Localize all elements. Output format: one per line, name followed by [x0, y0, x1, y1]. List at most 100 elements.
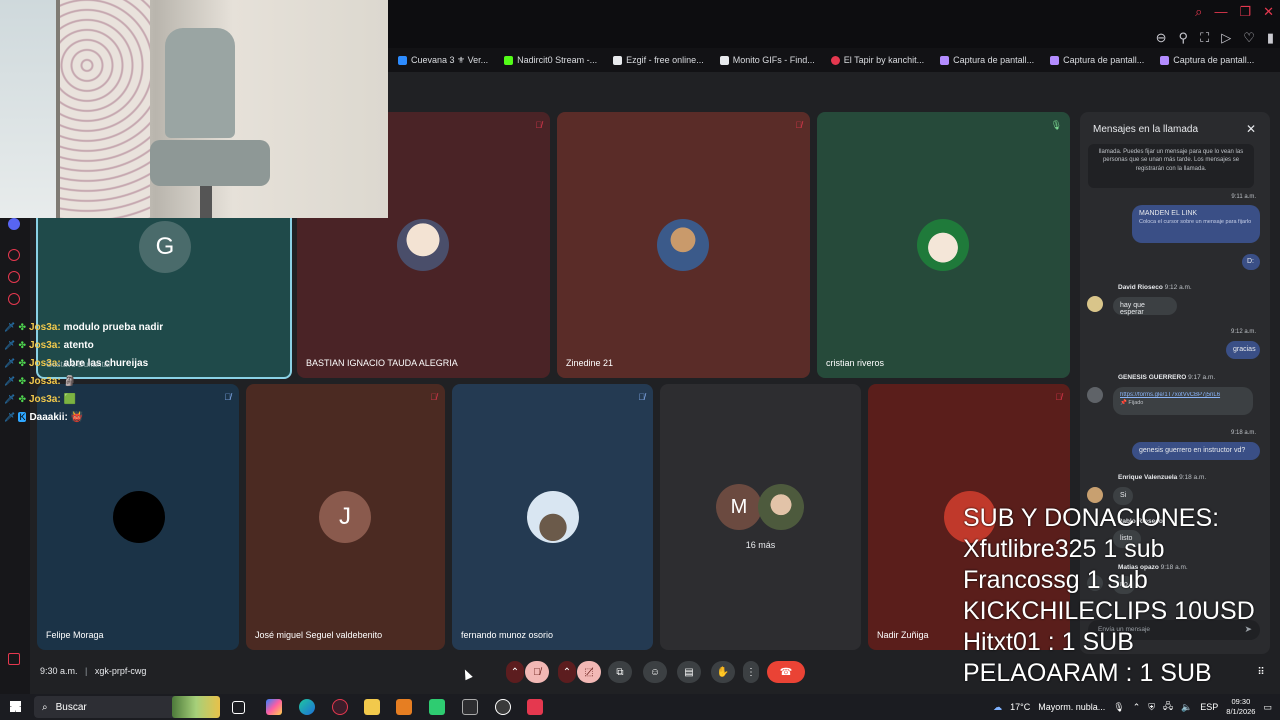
- message-bubble[interactable]: MANDEN EL LINK Coloca el cursor sobre un…: [1132, 205, 1260, 243]
- shield-icon[interactable]: ⛨: [1148, 702, 1155, 713]
- message-bubble[interactable]: gracias: [1226, 341, 1260, 359]
- taskbar-search[interactable]: ⌕ Buscar: [34, 696, 220, 718]
- present-button[interactable]: ⧉: [608, 661, 632, 683]
- app-icon[interactable]: [396, 699, 412, 715]
- bookmark-item[interactable]: Captura de pantall...: [940, 55, 1034, 65]
- mic-options-button[interactable]: ⌃: [506, 661, 524, 683]
- camera-options-button[interactable]: ⌃: [558, 661, 576, 683]
- bookmark-icon: [830, 55, 840, 65]
- participant-tile[interactable]: 🎙̸ Zinedine 21: [557, 112, 810, 378]
- bookmark-icon: [940, 55, 950, 65]
- message-sender: Enrique Valenzuela 9:18 a.m.: [1118, 474, 1207, 481]
- copilot-icon[interactable]: [266, 699, 282, 715]
- search-icon[interactable]: ⌕: [1195, 4, 1202, 20]
- browser-titlebar: ⌕ — ❐ ✕ ⊖ ⚲ ⛶ ▷ ♡ ▮: [388, 0, 1280, 48]
- history-icon[interactable]: [8, 271, 20, 283]
- calendar-app-icon[interactable]: [527, 699, 543, 715]
- curtain: [60, 0, 150, 218]
- mic-off-icon: 🎙̸: [535, 120, 542, 130]
- avatar: M: [716, 484, 762, 530]
- epic-games-icon[interactable]: [462, 699, 478, 715]
- meeting-code: xgk-prpf-cwg: [94, 666, 147, 676]
- message-bubble[interactable]: genesis guerrero en instructor vd?: [1132, 442, 1260, 460]
- clover-badge-icon: ✤: [18, 321, 26, 332]
- network-icon[interactable]: 🖧: [1163, 699, 1173, 715]
- chat-line: 🗡 ✤ Jos3a: 🗿: [4, 375, 77, 387]
- mic-off-icon: 🎙̸: [1055, 392, 1062, 402]
- system-tray: ☁ 17°C Mayorm. nubla... 🎙 ⌃ ⛨ 🖧 🔈 ESP 09…: [993, 697, 1272, 717]
- discord-icon[interactable]: [8, 218, 20, 230]
- participant-tile[interactable]: 🎙 cristian riveros: [817, 112, 1070, 378]
- sword-badge-icon: 🗡: [4, 339, 16, 350]
- file-explorer-icon[interactable]: [364, 699, 380, 715]
- camera-toggle-button[interactable]: ⬚̸: [577, 661, 601, 683]
- pin-icon[interactable]: ⚲: [1179, 30, 1189, 46]
- participant-tile[interactable]: 🎙̸ fernando munoz osorio: [452, 384, 653, 650]
- avatar: G: [139, 221, 191, 273]
- bookmark-icon: [613, 55, 623, 65]
- avatar: [917, 219, 969, 271]
- participant-name: BASTIAN IGNACIO TAUDA ALEGRIA: [306, 358, 458, 368]
- app-icon[interactable]: [429, 699, 445, 715]
- bookmark-item[interactable]: El Tapir by kanchit...: [830, 55, 924, 65]
- more-participants-tile[interactable]: M 16 más: [660, 384, 861, 650]
- maximize-icon[interactable]: ❐: [1239, 4, 1251, 20]
- play-icon[interactable]: ▷: [1221, 30, 1231, 46]
- message-bubble[interactable]: https://forms.gle/1T7xotVvCBP7j5nL6 📌 Fi…: [1113, 387, 1253, 415]
- raise-hand-button[interactable]: ✋: [711, 661, 735, 683]
- bookmark-item[interactable]: Cuevana 3 ⚜ Ver...: [398, 55, 488, 66]
- edge-icon[interactable]: [299, 699, 315, 715]
- mic-toggle-button[interactable]: 🎙̸: [525, 661, 549, 683]
- zoom-icon[interactable]: ⊖: [1156, 30, 1167, 46]
- office-chair-seat: [150, 140, 270, 186]
- message-sender: David Rioseco 9:12 a.m.: [1118, 284, 1192, 291]
- message-bubble[interactable]: hay que esperar: [1113, 297, 1177, 316]
- bookmark-item[interactable]: Ezgif - free online...: [613, 55, 704, 65]
- bookmark-item[interactable]: Captura de pantall...: [1050, 55, 1144, 65]
- chat-line: 🗡 K Daaakii: 👹: [4, 411, 84, 423]
- more-options-button[interactable]: ⋮: [743, 661, 759, 683]
- gx-icon[interactable]: [8, 653, 20, 665]
- sword-badge-icon: 🗡: [4, 375, 16, 386]
- sword-badge-icon: 🗡: [4, 357, 16, 368]
- clock[interactable]: 09:30 8/1/2026: [1226, 697, 1255, 717]
- sidebar-icon[interactable]: ▮: [1267, 30, 1274, 46]
- bookmark-item[interactable]: Nadircit0 Stream -...: [504, 55, 597, 65]
- avatar: [657, 219, 709, 271]
- clover-badge-icon: ✤: [18, 339, 26, 350]
- clover-badge-icon: ✤: [18, 393, 26, 404]
- streamer-webcam: [0, 0, 388, 218]
- close-icon[interactable]: ✕: [1246, 122, 1256, 136]
- office-chair: [165, 28, 235, 138]
- minimize-icon[interactable]: —: [1214, 4, 1227, 20]
- emoji-button[interactable]: ☺: [643, 661, 667, 683]
- screenshot-icon[interactable]: ⛶: [1200, 30, 1209, 46]
- leave-call-button[interactable]: ☎: [767, 661, 805, 683]
- bookmark-item[interactable]: Captura de pantall...: [1160, 55, 1254, 65]
- notifications-icon[interactable]: ▭: [1263, 702, 1272, 713]
- task-view-icon[interactable]: [232, 701, 245, 714]
- avatar: J: [319, 491, 371, 543]
- message-link[interactable]: https://forms.gle/1T7xotVvCBP7j5nL6: [1120, 392, 1246, 398]
- windows-start-icon[interactable]: [10, 701, 21, 712]
- captions-button[interactable]: ▤: [677, 661, 701, 683]
- obs-icon[interactable]: [495, 699, 511, 715]
- participant-tile[interactable]: J 🎙̸ José miguel Seguel valdebenito: [246, 384, 445, 650]
- bookmark-icon: [719, 55, 729, 65]
- mic-on-icon: 🎙: [1050, 120, 1062, 130]
- apps-grid-button[interactable]: ⠿: [1252, 661, 1270, 683]
- kick-badge-icon: K: [18, 412, 27, 422]
- volume-icon[interactable]: 🔈: [1181, 702, 1192, 713]
- mic-off-icon: 🎙̸: [638, 392, 645, 402]
- record-icon[interactable]: [8, 249, 20, 261]
- message-bubble[interactable]: D:: [1242, 254, 1260, 270]
- avatar: [1087, 296, 1103, 312]
- heart-icon[interactable]: ♡: [1243, 30, 1255, 46]
- close-icon[interactable]: ✕: [1263, 4, 1274, 20]
- opera-gx-icon[interactable]: [332, 699, 348, 715]
- settings-icon[interactable]: [8, 293, 20, 305]
- message-time: 9:11 a.m.: [1231, 194, 1256, 200]
- bookmark-item[interactable]: Monito GIFs - Find...: [719, 55, 815, 65]
- mic-tray-icon[interactable]: 🎙: [1113, 702, 1124, 713]
- tray-expand-icon[interactable]: ⌃: [1133, 702, 1141, 713]
